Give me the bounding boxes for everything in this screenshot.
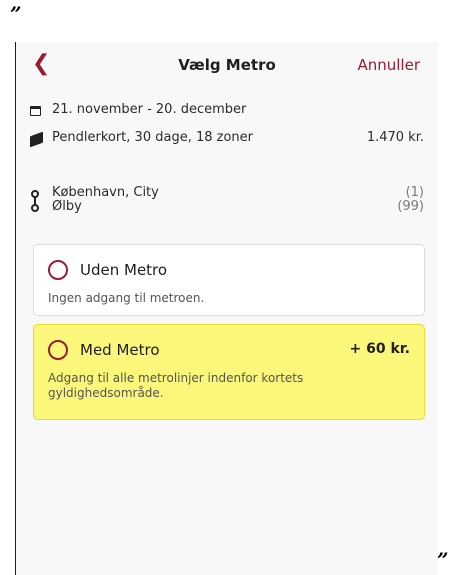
route-from-zone: (1)	[405, 185, 424, 200]
option-without-metro[interactable]: Uden Metro Ingen adgang til metroen.	[33, 244, 425, 316]
app-screen: ❮ Vælg Metro Annuller 21. november - 20.…	[15, 42, 438, 575]
option-title: Med Metro	[80, 341, 160, 359]
closing-quote-mark: ”	[437, 548, 449, 572]
cancel-button[interactable]: Annuller	[357, 56, 420, 74]
route-icon	[31, 190, 39, 212]
product-text: Pendlerkort, 30 dage, 18 zoner	[52, 130, 253, 145]
route-to: Ølby	[52, 199, 82, 214]
navigation-bar: ❮ Vælg Metro Annuller	[16, 42, 438, 88]
ticket-icon	[30, 131, 43, 148]
option-description: Adgang til alle metrolinjer indenfor kor…	[48, 371, 304, 400]
calendar-icon	[30, 106, 41, 116]
radio-unselected-icon[interactable]	[48, 340, 68, 360]
route-from: København, City	[52, 185, 159, 200]
option-with-metro[interactable]: Med Metro + 60 kr. Adgang til alle metro…	[33, 324, 425, 420]
option-price: + 60 kr.	[349, 341, 411, 357]
opening-quote-mark: ”	[10, 2, 22, 26]
product-price: 1.470 kr.	[366, 130, 424, 145]
radio-unselected-icon[interactable]	[48, 260, 68, 280]
route-to-zone: (99)	[397, 199, 424, 214]
option-description: Ingen adgang til metroen.	[48, 291, 205, 305]
option-title: Uden Metro	[80, 261, 168, 279]
period-text: 21. november - 20. december	[52, 102, 247, 117]
